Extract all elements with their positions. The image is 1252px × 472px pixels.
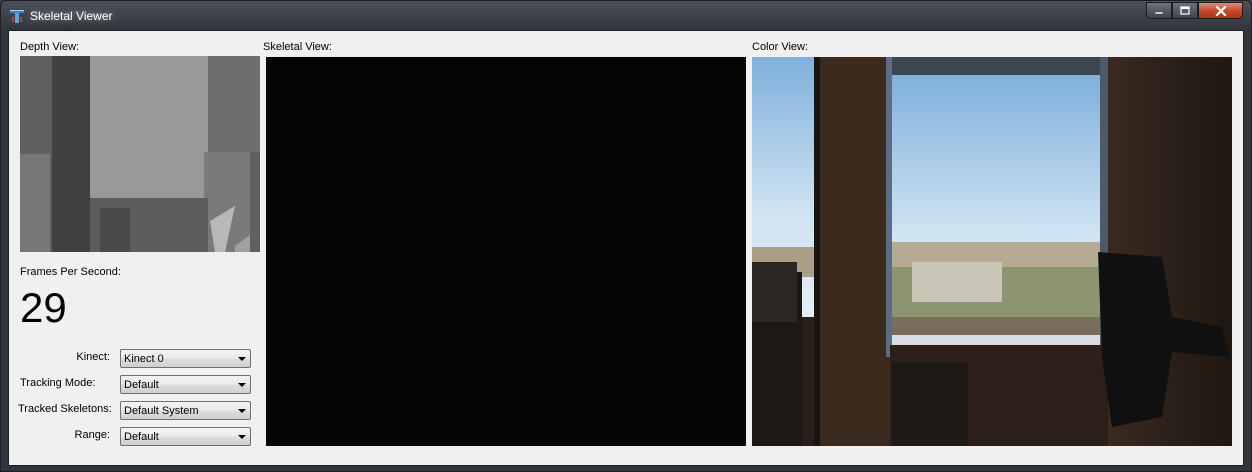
app-icon [10,10,24,23]
minimize-button[interactable] [1146,2,1172,19]
close-icon [1214,5,1227,16]
depth-view [20,56,260,252]
title-bar[interactable]: Skeletal Viewer [1,1,1251,30]
range-label: Range: [74,429,110,441]
tracking-mode-select[interactable]: Default [120,375,251,394]
close-button[interactable] [1198,2,1243,19]
tracked-skeletons-select-value: Default System [124,405,199,417]
maximize-icon [1180,6,1190,15]
range-select-value: Default [124,431,159,443]
skeletal-view-label: Skeletal View: [263,41,332,53]
chevron-down-icon [238,409,246,413]
tracking-mode-label: Tracking Mode: [20,377,96,389]
kinect-select[interactable]: Kinect 0 [120,349,251,368]
maximize-button[interactable] [1172,2,1198,19]
tracked-skeletons-label: Tracked Skeletons: [18,403,112,415]
window-title: Skeletal Viewer [30,9,113,23]
client-area: Depth View: Frames Per Second: 29 Kinect… [8,30,1244,466]
fps-label: Frames Per Second: [20,266,121,278]
caption-buttons [1146,2,1243,20]
tracked-skeletons-select[interactable]: Default System [120,401,251,420]
depth-view-label: Depth View: [20,41,80,53]
chevron-down-icon [238,435,246,439]
minimize-icon [1154,11,1164,14]
chevron-down-icon [238,383,246,387]
tracking-mode-select-value: Default [124,379,159,391]
color-view-label: Color View: [752,41,809,53]
skeletal-view [266,57,746,446]
kinect-label: Kinect: [76,351,110,363]
app-window: Skeletal Viewer Depth View: Frames Per S… [0,0,1252,472]
range-select[interactable]: Default [120,427,251,446]
color-image [752,57,1232,446]
color-view [752,57,1232,446]
kinect-select-value: Kinect 0 [124,353,164,365]
chevron-down-icon [238,357,246,361]
depth-image [20,56,260,252]
fps-value: 29 [20,284,67,331]
